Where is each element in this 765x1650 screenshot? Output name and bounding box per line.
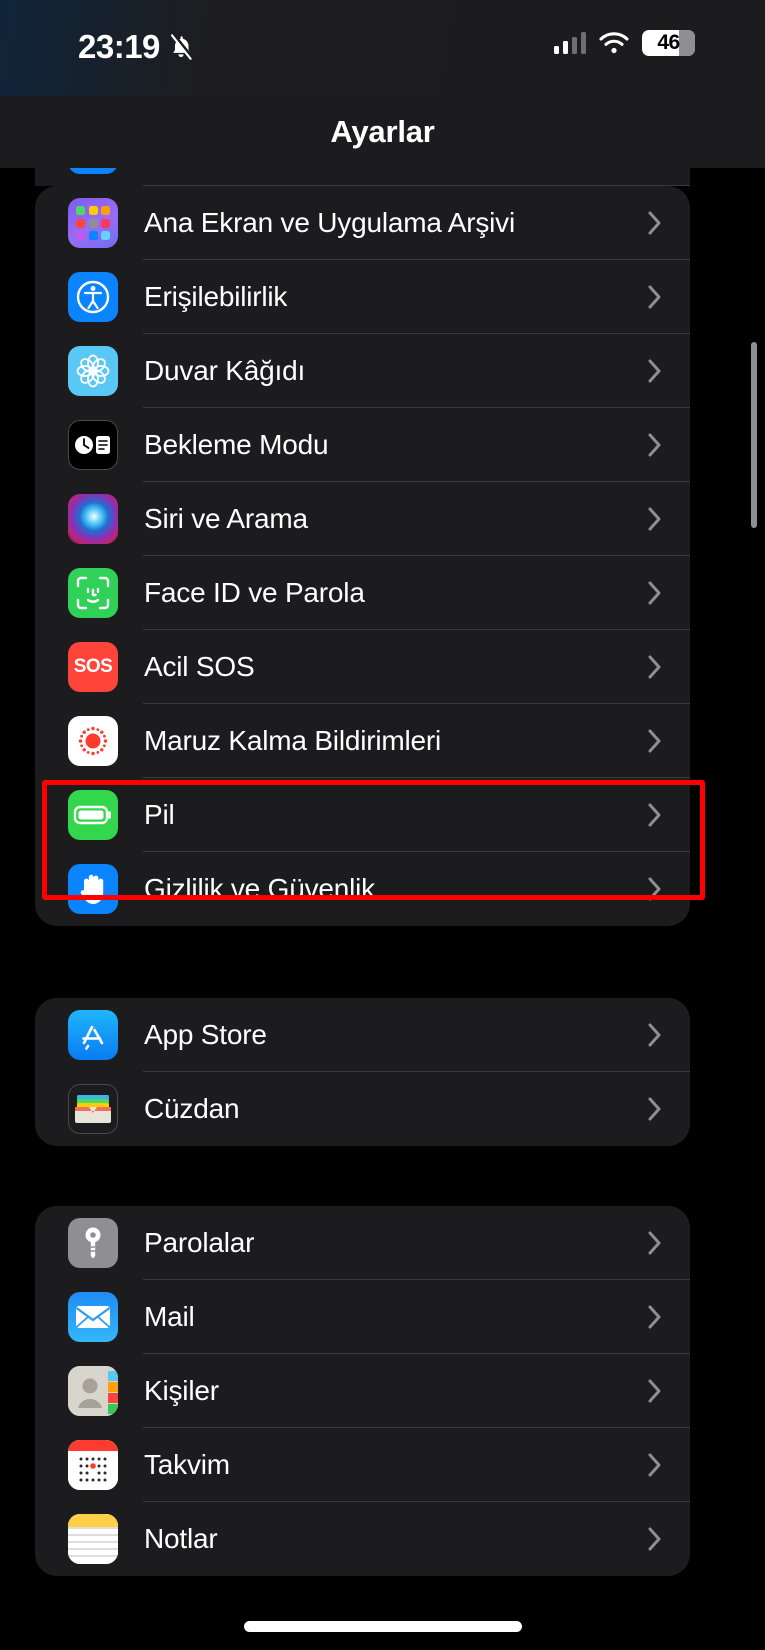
chevron-right-icon [648,1022,662,1048]
status-bar: 23:19 46 [0,0,765,96]
row-label: Duvar Kâğıdı [144,355,306,386]
row-battery[interactable]: Pil [35,778,690,852]
cellular-signal-icon [553,32,586,54]
row-label: Pil [144,799,175,830]
chevron-right-icon [648,1096,662,1122]
row-standby[interactable]: Bekleme Modu [35,408,690,482]
row-label: Takvim [144,1449,230,1480]
notes-icon [68,1514,118,1564]
row-siri[interactable]: Siri ve Arama [35,482,690,556]
settings-screen: Ana Ekran ve Uygulama Arşivi Erişilebili… [0,0,765,1650]
standby-icon [68,420,118,470]
wallpaper-icon [68,346,118,396]
row-label: Ana Ekran ve Uygulama Arşivi [144,207,516,238]
status-time: 23:19 [78,28,160,65]
row-label: Maruz Kalma Bildirimleri [144,725,442,756]
chevron-right-icon [648,210,662,236]
wallet-icon [68,1084,118,1134]
row-label: Notlar [144,1523,218,1554]
row-label: Gizlilik ve Güvenlik [144,873,375,904]
sos-icon: SOS [68,642,118,692]
partial-row-above[interactable] [35,168,690,186]
row-label: Face ID ve Parola [144,577,365,608]
chevron-right-icon [648,432,662,458]
row-app-store[interactable]: App Store [35,998,690,1072]
row-label: Cüzdan [144,1093,240,1124]
row-accessibility[interactable]: Erişilebilirlik [35,260,690,334]
chevron-right-icon [648,506,662,532]
chevron-right-icon [648,284,662,310]
row-label: Erişilebilirlik [144,281,288,312]
chevron-right-icon [648,580,662,606]
row-label: Siri ve Arama [144,503,308,534]
row-exposure-notifications[interactable]: Maruz Kalma Bildirimleri [35,704,690,778]
row-notes[interactable]: Notlar [35,1502,690,1576]
navigation-bar: Ayarlar [0,96,765,168]
app-store-icon [68,1010,118,1060]
row-passwords[interactable]: Parolalar [35,1206,690,1280]
row-label: Bekleme Modu [144,429,329,460]
row-emergency-sos[interactable]: SOS Acil SOS [35,630,690,704]
chevron-right-icon [648,358,662,384]
row-wallet[interactable]: Cüzdan [35,1072,690,1146]
sos-icon-text: SOS [73,656,113,677]
row-wallpaper[interactable]: Duvar Kâğıdı [35,334,690,408]
settings-group-apps: Parolalar Mail Kişiler Takvim Notlar [35,1206,690,1576]
chevron-right-icon [648,1230,662,1256]
face-id-icon [68,568,118,618]
row-label: Parolalar [144,1227,255,1258]
row-contacts[interactable]: Kişiler [35,1354,690,1428]
row-label: Acil SOS [144,651,255,682]
home-screen-icon [68,198,118,248]
settings-group-store: App Store Cüzdan [35,998,690,1146]
chevron-right-icon [648,654,662,680]
privacy-hand-icon [68,864,118,914]
passwords-key-icon [68,1218,118,1268]
row-mail[interactable]: Mail [35,1280,690,1354]
row-face-id[interactable]: Face ID ve Parola [35,556,690,630]
chevron-right-icon [648,1526,662,1552]
exposure-notifications-icon [68,716,118,766]
chevron-right-icon [648,1304,662,1330]
row-label: Mail [144,1301,195,1332]
siri-icon [68,494,118,544]
accessibility-icon [68,272,118,322]
status-bar-right: 46 [553,30,695,56]
contacts-icon [68,1366,118,1416]
row-calendar[interactable]: Takvim [35,1428,690,1502]
chevron-right-icon [648,1452,662,1478]
row-home-screen[interactable]: Ana Ekran ve Uygulama Arşivi [35,186,690,260]
home-indicator[interactable] [243,1621,522,1632]
calendar-icon [68,1440,118,1490]
battery-percent: 46 [657,31,680,54]
wifi-icon [599,32,629,54]
battery-icon: 46 [642,30,695,56]
chevron-right-icon [648,728,662,754]
row-privacy-security[interactable]: Gizlilik ve Güvenlik [35,852,690,926]
partial-row-icon [68,168,118,174]
settings-scroll-area[interactable]: Ana Ekran ve Uygulama Arşivi Erişilebili… [0,168,765,1650]
scrollbar[interactable] [751,342,757,528]
bell-slash-icon [168,32,194,62]
row-label: App Store [144,1019,267,1050]
chevron-right-icon [648,802,662,828]
chevron-right-icon [648,1378,662,1404]
status-bar-left: 23:19 [78,28,194,66]
mail-icon [68,1292,118,1342]
settings-group-system: Ana Ekran ve Uygulama Arşivi Erişilebili… [35,186,690,926]
row-label: Kişiler [144,1375,219,1406]
battery-settings-icon [68,790,118,840]
chevron-right-icon [648,876,662,902]
page-title: Ayarlar [330,114,435,149]
